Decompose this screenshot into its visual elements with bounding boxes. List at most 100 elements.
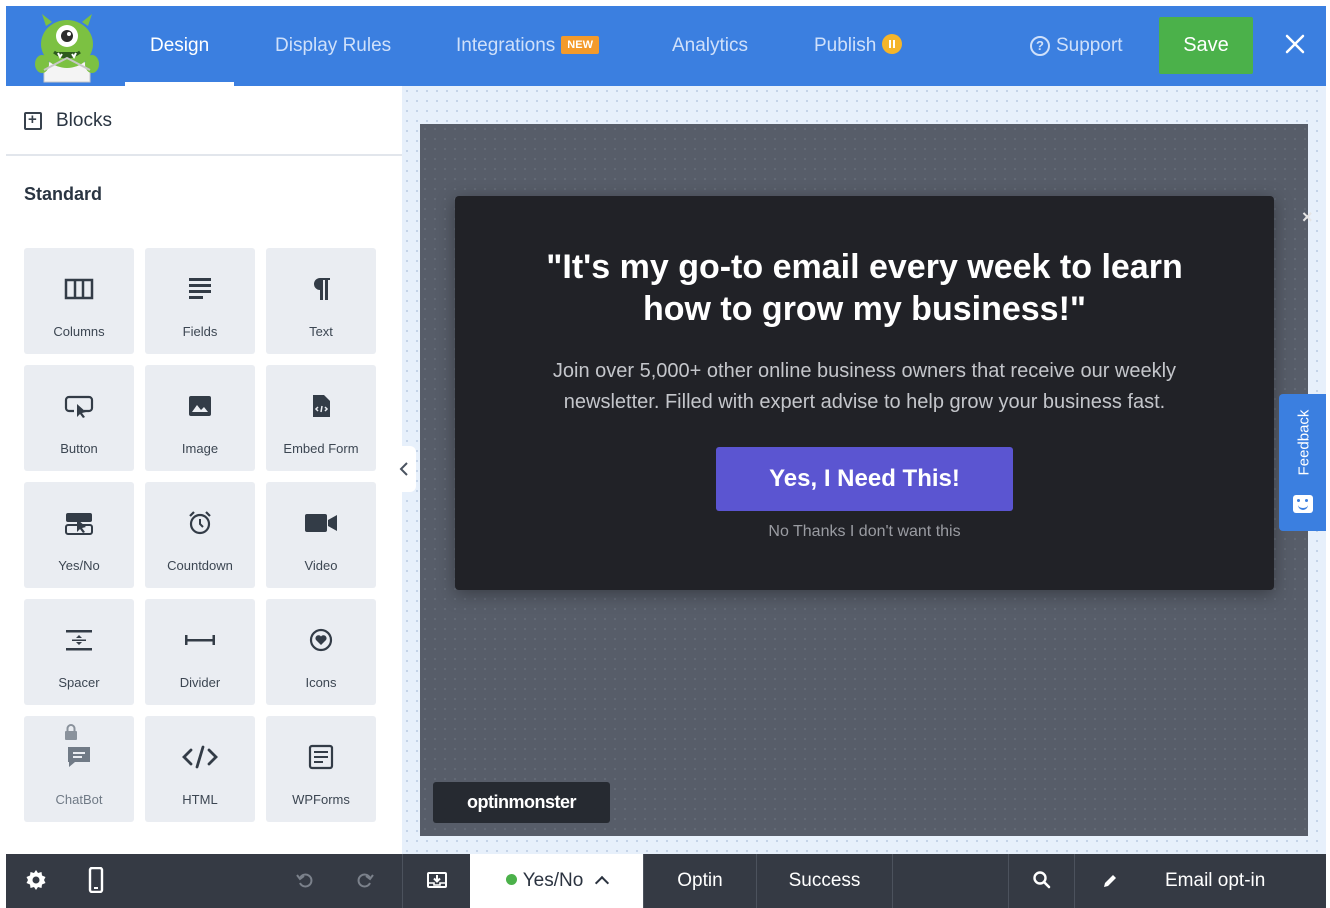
- block-video[interactable]: Video: [266, 482, 376, 588]
- tab-integrations[interactable]: Integrations NEW: [456, 6, 599, 86]
- redo-icon: [357, 873, 374, 888]
- help-circle-icon: ?: [1030, 36, 1050, 56]
- view-success-label: Success: [788, 870, 861, 891]
- bottom-toolbar: Yes/No Optin Success Email opt-in: [6, 854, 1326, 908]
- block-label: Icons: [305, 675, 337, 690]
- block-label: ChatBot: [55, 792, 103, 807]
- optinmonster-brand-badge[interactable]: optinmonster: [433, 782, 610, 823]
- blocks-header[interactable]: Blocks: [6, 86, 402, 156]
- blocks-header-label: Blocks: [56, 110, 112, 131]
- campaign-name-editor[interactable]: Email opt-in: [1074, 854, 1326, 908]
- block-image[interactable]: Image: [145, 365, 255, 471]
- code-icon: [182, 745, 218, 769]
- undo-icon: [296, 873, 313, 888]
- yes-cta-button[interactable]: Yes, I Need This!: [716, 447, 1013, 511]
- settings-button[interactable]: [16, 854, 56, 908]
- divider-icon: [185, 635, 215, 645]
- block-wpforms[interactable]: WPForms: [266, 716, 376, 822]
- search-button[interactable]: [1008, 854, 1074, 908]
- block-label: Spacer: [58, 675, 100, 690]
- block-label: Yes/No: [58, 558, 100, 573]
- block-button[interactable]: Button: [24, 365, 134, 471]
- tab-design[interactable]: Design: [124, 6, 235, 86]
- popup-close-icon[interactable]: ×: [1302, 207, 1313, 228]
- block-label: Countdown: [167, 558, 233, 573]
- feedback-tab[interactable]: Feedback: [1279, 394, 1326, 531]
- chevron-up-icon: [595, 875, 610, 891]
- tab-display-rules-label: Display Rules: [275, 35, 392, 56]
- support-label: Support: [1056, 35, 1123, 56]
- block-spacer[interactable]: Spacer: [24, 599, 134, 705]
- chat-icon: [68, 747, 90, 767]
- add-block-icon: [24, 111, 42, 130]
- block-label: Columns: [53, 324, 105, 339]
- block-label: Divider: [179, 675, 221, 690]
- block-label: Fields: [182, 324, 218, 339]
- blocks-sidebar: Blocks Standard Columns Fields Text Butt…: [6, 86, 402, 854]
- save-button[interactable]: Save: [1159, 17, 1253, 74]
- redo-button[interactable]: [350, 854, 380, 908]
- tab-display-rules[interactable]: Display Rules: [275, 6, 391, 86]
- no-thanks-link[interactable]: No Thanks I don't want this: [455, 523, 1274, 541]
- block-text[interactable]: Text: [266, 248, 376, 354]
- mobile-phone-icon: [88, 866, 104, 894]
- block-embed-form[interactable]: Embed Form: [266, 365, 376, 471]
- tab-design-label: Design: [150, 35, 210, 56]
- popup-headline[interactable]: "It's my go-to email every week to learn…: [455, 246, 1274, 330]
- mobile-preview-button[interactable]: [76, 854, 116, 908]
- yes-no-icon: [65, 513, 93, 535]
- view-success[interactable]: Success: [756, 854, 892, 908]
- embed-form-icon: [313, 395, 330, 417]
- undo-button[interactable]: [290, 854, 320, 908]
- block-columns[interactable]: Columns: [24, 248, 134, 354]
- popup-body-text[interactable]: Join over 5,000+ other online business o…: [455, 356, 1274, 418]
- columns-icon: [64, 278, 94, 300]
- search-icon: [1032, 871, 1050, 889]
- save-template-button[interactable]: [402, 854, 470, 908]
- campaign-name: Email opt-in: [1165, 870, 1266, 891]
- active-status-dot: [505, 874, 517, 885]
- alarm-clock-icon: [189, 511, 211, 535]
- view-yes-no[interactable]: Yes/No: [470, 854, 643, 908]
- inbox-download-icon: [426, 872, 447, 888]
- block-yes-no[interactable]: Yes/No: [24, 482, 134, 588]
- block-chatbot[interactable]: ChatBot: [24, 716, 134, 822]
- top-nav-bar: Design Display Rules Integrations NEW Ana…: [6, 6, 1326, 86]
- block-label: WPForms: [292, 792, 350, 807]
- button-icon: [64, 395, 94, 418]
- block-label: Text: [309, 324, 333, 339]
- view-optin-label: Optin: [677, 870, 723, 891]
- gear-icon: [26, 870, 46, 890]
- block-label: Video: [304, 558, 338, 573]
- heart-circle-icon: [309, 628, 333, 652]
- tab-publish[interactable]: Publish: [814, 6, 903, 86]
- feedback-label: Feedback: [1295, 409, 1313, 476]
- fields-icon: [189, 278, 211, 299]
- view-yes-no-label: Yes/No: [522, 870, 584, 891]
- spacer-icon: [66, 630, 92, 651]
- chevron-left-icon: [399, 462, 408, 476]
- optin-popup: "It's my go-to email every week to learn…: [455, 196, 1274, 590]
- tab-publish-label: Publish: [814, 35, 877, 56]
- new-badge: NEW: [561, 36, 599, 54]
- wpforms-icon: [308, 744, 334, 770]
- support-link[interactable]: ? Support: [1030, 6, 1123, 86]
- view-empty-slot: [892, 854, 1008, 908]
- block-icons[interactable]: Icons: [266, 599, 376, 705]
- block-divider[interactable]: Divider: [145, 599, 255, 705]
- tab-analytics-label: Analytics: [672, 35, 749, 56]
- block-label: Embed Form: [283, 441, 359, 456]
- optinmonster-logo-icon[interactable]: [24, 10, 110, 86]
- block-countdown[interactable]: Countdown: [145, 482, 255, 588]
- tab-integrations-label: Integrations: [456, 35, 556, 56]
- section-title-standard: Standard: [24, 184, 103, 204]
- sidebar-collapse-toggle[interactable]: [394, 446, 416, 492]
- smiley-icon: [1293, 495, 1313, 513]
- close-icon[interactable]: [1281, 30, 1309, 58]
- tab-analytics[interactable]: Analytics: [672, 6, 748, 86]
- lock-icon: [65, 724, 77, 740]
- video-camera-icon: [305, 514, 337, 532]
- view-optin[interactable]: Optin: [643, 854, 756, 908]
- block-html[interactable]: HTML: [145, 716, 255, 822]
- block-fields[interactable]: Fields: [145, 248, 255, 354]
